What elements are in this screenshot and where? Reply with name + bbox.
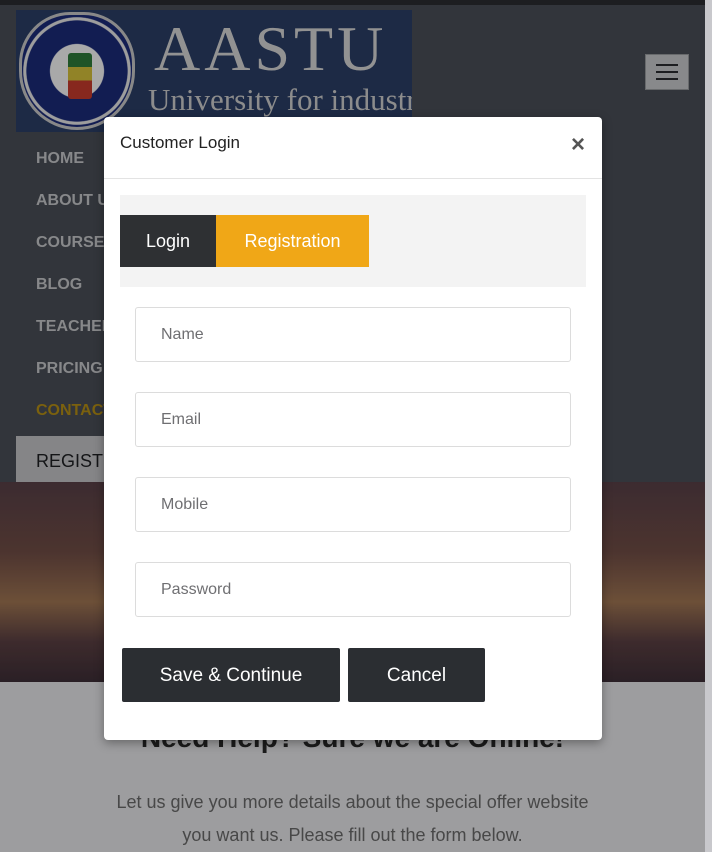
modal-header: Customer Login × bbox=[104, 117, 602, 179]
tab-registration[interactable]: Registration bbox=[216, 215, 369, 267]
tab-login[interactable]: Login bbox=[120, 215, 216, 267]
scrollbar-thumb[interactable] bbox=[705, 0, 712, 852]
password-field[interactable] bbox=[135, 562, 571, 617]
scrollbar[interactable] bbox=[705, 0, 712, 852]
close-icon[interactable]: × bbox=[566, 133, 590, 157]
email-field[interactable] bbox=[135, 392, 571, 447]
name-field[interactable] bbox=[135, 307, 571, 362]
modal-tabs: Login Registration bbox=[120, 195, 586, 287]
customer-login-modal: Customer Login × Login Registration Save… bbox=[104, 117, 602, 740]
save-continue-button[interactable]: Save & Continue bbox=[122, 648, 340, 702]
cancel-button[interactable]: Cancel bbox=[348, 648, 485, 702]
mobile-field[interactable] bbox=[135, 477, 571, 532]
modal-title: Customer Login bbox=[120, 133, 241, 152]
page: AASTU University for industry HOME ABOUT… bbox=[0, 0, 712, 852]
